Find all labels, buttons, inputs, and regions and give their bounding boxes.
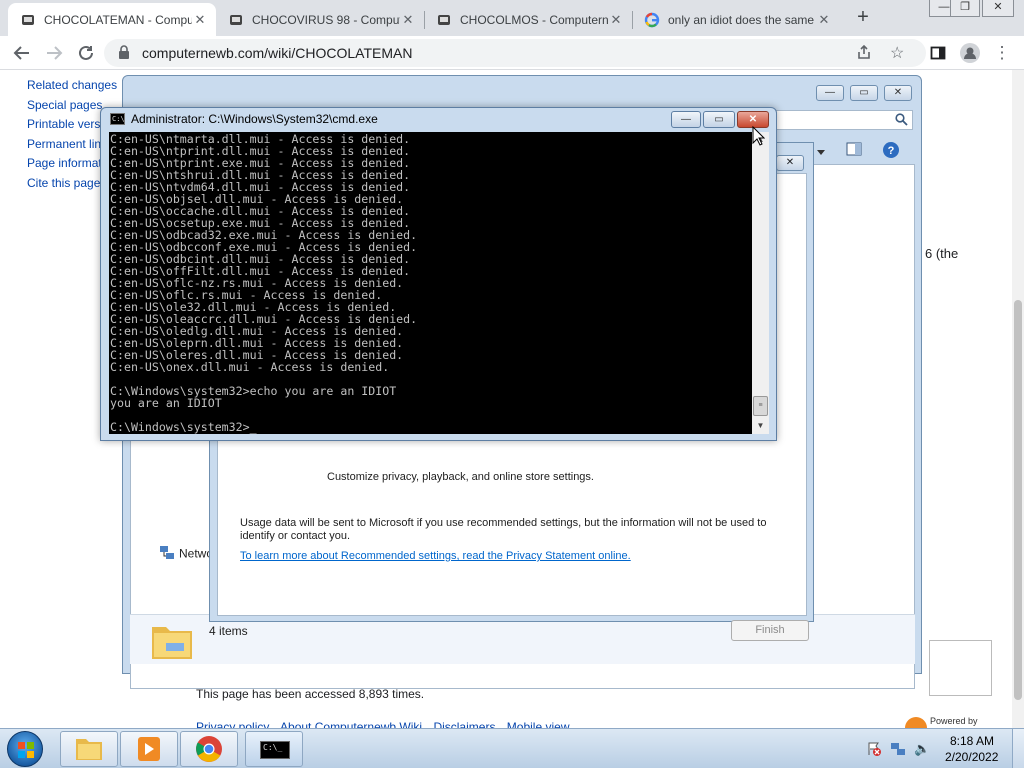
windows-taskbar: C:\_ 🔈 8:18 AM 2/20/2022 [0, 728, 1024, 768]
page-scrollbar[interactable] [1012, 70, 1024, 730]
cmd-maximize-button[interactable]: ▭ [703, 111, 735, 128]
page-scrollbar-thumb[interactable] [1014, 300, 1022, 700]
console-line: you are an IDIOT [110, 396, 222, 410]
browser-toolbar: computernewb.com/wiki/CHOCOLATEMAN ☆ ⋮ [0, 36, 1024, 70]
dialog-close-button[interactable]: ✕ [776, 155, 804, 171]
tab-chocolmos[interactable]: CHOCOLMOS - Computernewb ✕ [424, 3, 632, 36]
clock-time[interactable]: 8:18 AM [950, 734, 994, 748]
console-lines: C:en-US\ntmarta.dll.mui - Access is deni… [110, 133, 417, 433]
profile-avatar-icon[interactable] [958, 41, 982, 65]
show-desktop-button[interactable] [1012, 729, 1024, 768]
wiki-icon [228, 12, 244, 28]
bookmark-star-icon[interactable]: ☆ [890, 43, 904, 63]
article-text-fragment: 6 (the [925, 246, 959, 261]
media-player-icon [138, 737, 160, 761]
taskbar-explorer[interactable] [60, 731, 118, 767]
url-text: computernewb.com/wiki/CHOCOLATEMAN [142, 45, 413, 61]
footer-link-mobile-view[interactable]: Mobile view [507, 720, 570, 728]
usage-data-notice: Usage data will be sent to Microsoft if … [240, 517, 767, 542]
google-icon [644, 12, 660, 28]
close-tab-icon[interactable]: ✕ [816, 12, 832, 28]
wiki-footer-links: Privacy policy About Computernewb Wiki D… [196, 720, 578, 728]
side-panel-icon[interactable] [926, 41, 950, 65]
preview-pane-icon[interactable] [846, 141, 862, 160]
close-tab-icon[interactable]: ✕ [400, 12, 416, 28]
view-dropdown-icon[interactable] [816, 146, 826, 160]
action-center-icon[interactable] [866, 741, 882, 757]
wiki-icon [436, 12, 452, 28]
console-scrollbar[interactable]: ▲ ≡ ▼ [752, 132, 769, 434]
explorer-minimize-button[interactable]: — [816, 85, 844, 101]
sidebar-link-permanent-link[interactable]: Permanent link [27, 137, 107, 151]
page-access-count: This page has been accessed 8,893 times. [196, 687, 425, 701]
folder-icon [76, 739, 102, 760]
tab-chocolateman[interactable]: CHOCOLATEMAN - Computernewb ✕ [8, 3, 216, 36]
browser-tab-strip: CHOCOLATEMAN - Computernewb ✕ CHOCOVIRUS… [0, 0, 1024, 36]
folder-icon [150, 619, 194, 659]
console-scroll-thumb[interactable]: ≡ [753, 396, 768, 416]
new-tab-button[interactable]: + [852, 7, 874, 28]
taskbar-media-player[interactable] [120, 731, 178, 767]
system-tray: 🔈 8:18 AM 2/20/2022 [860, 729, 1024, 768]
wiki-icon [20, 12, 36, 28]
footer-link-disclaimers[interactable]: Disclaimers [433, 720, 495, 728]
close-tab-icon[interactable]: ✕ [608, 12, 624, 28]
clock-date[interactable]: 2/20/2022 [945, 750, 998, 764]
close-tab-icon[interactable]: ✕ [192, 12, 208, 28]
scroll-down-icon[interactable]: ▼ [752, 418, 769, 434]
console-line: C:en-US\onex.dll.mui - Access is denied. [110, 360, 390, 374]
cmd-title-bar[interactable]: C:\ Administrator: C:\Windows\System32\c… [101, 108, 776, 132]
sidebar-link-special-pages[interactable]: Special pages [27, 98, 102, 112]
cmd-window-title: Administrator: C:\Windows\System32\cmd.e… [131, 112, 378, 126]
address-bar[interactable]: computernewb.com/wiki/CHOCOLATEMAN ☆ [104, 39, 926, 67]
explorer-search-box[interactable] [773, 110, 913, 130]
tab-title: CHOCOVIRUS 98 - Computernewb [252, 12, 400, 27]
network-tray-icon[interactable] [890, 741, 906, 757]
lock-icon[interactable] [118, 45, 130, 62]
cmd-minimize-button[interactable]: — [671, 111, 701, 128]
share-icon[interactable] [856, 44, 872, 63]
cmd-icon: C:\_ [260, 741, 290, 759]
taskbar-chrome[interactable] [180, 731, 238, 767]
footer-link-privacy[interactable]: Privacy policy [196, 720, 269, 728]
item-count: 4 items [209, 624, 248, 638]
info-box [929, 640, 992, 696]
tab-title: CHOCOLMOS - Computernewb [460, 12, 608, 27]
sidebar-link-cite-this-page[interactable]: Cite this page [27, 176, 100, 190]
help-icon[interactable]: ? [882, 141, 900, 162]
finish-button[interactable]: Finish [731, 620, 809, 641]
back-arrow-icon[interactable] [10, 41, 34, 65]
chrome-icon [196, 736, 222, 762]
explorer-maximize-button[interactable]: ▭ [850, 85, 878, 101]
forward-arrow-icon[interactable] [42, 41, 66, 65]
sidebar-link-related-changes[interactable]: Related changes [27, 78, 117, 92]
tab-title: CHOCOLATEMAN - Computernewb [44, 12, 192, 27]
console-line: C:\Windows\system32>_ [110, 420, 257, 434]
svg-text:?: ? [888, 145, 895, 157]
volume-icon[interactable]: 🔈 [914, 741, 930, 757]
cmd-window: C:\ Administrator: C:\Windows\System32\c… [100, 107, 777, 441]
close-window-button[interactable]: ✕ [982, 0, 1014, 17]
tab-title: only an idiot does the same [668, 12, 815, 27]
footer-link-about[interactable]: About Computernewb Wiki [280, 720, 422, 728]
taskbar-cmd[interactable]: C:\_ [245, 731, 303, 767]
mouse-cursor-icon [752, 125, 766, 149]
reload-icon[interactable] [74, 41, 98, 65]
tab-chocovirus[interactable]: CHOCOVIRUS 98 - Computernewb ✕ [216, 3, 424, 36]
console-output[interactable]: C:en-US\ntmarta.dll.mui - Access is deni… [109, 132, 752, 434]
restore-window-button[interactable]: ❐ [950, 0, 980, 17]
search-icon[interactable] [895, 113, 908, 129]
cmd-icon: C:\ [110, 113, 125, 125]
windows-logo-icon [18, 742, 34, 758]
browser-menu-icon[interactable]: ⋮ [990, 41, 1014, 65]
customize-option-text[interactable]: Customize privacy, playback, and online … [327, 471, 594, 483]
tab-google-search[interactable]: only an idiot does the same ✕ [632, 3, 840, 36]
start-button[interactable] [7, 731, 43, 767]
privacy-statement-link[interactable]: To learn more about Recommended settings… [240, 550, 631, 562]
explorer-close-button[interactable]: ✕ [884, 85, 912, 101]
network-icon [159, 545, 175, 564]
